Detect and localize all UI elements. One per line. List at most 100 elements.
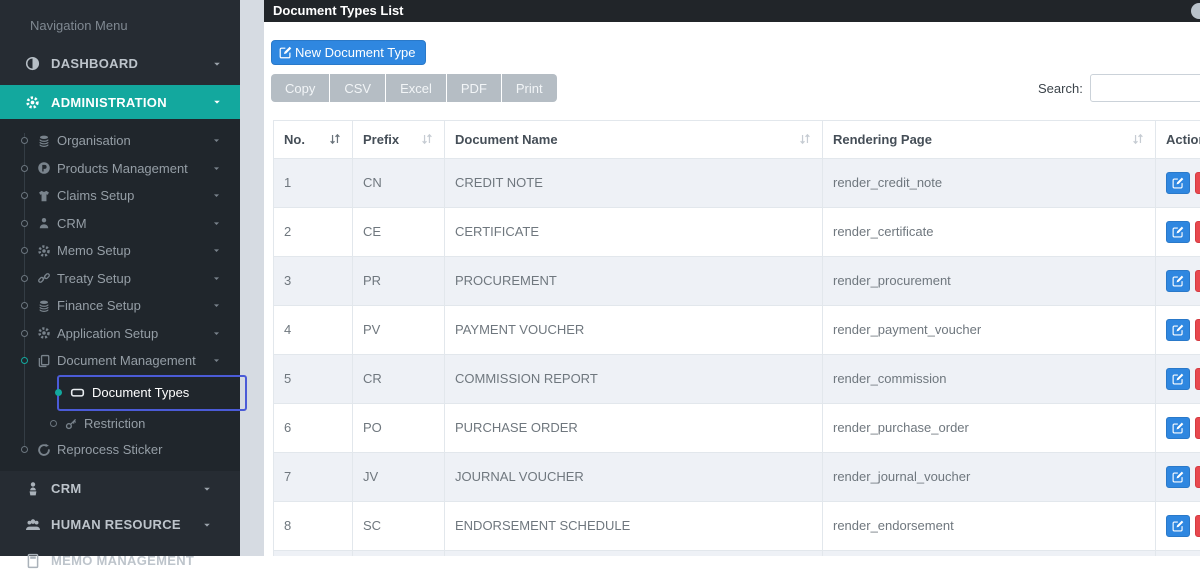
edit-icon bbox=[1172, 226, 1184, 238]
table-row: 9 SC SCHEDULE render_policy_schedules bbox=[274, 551, 1200, 557]
table-row: 6 PO PURCHASE ORDER render_purchase_orde… bbox=[274, 404, 1200, 453]
print-button[interactable]: Print bbox=[502, 74, 557, 102]
panel-titlebar: Document Types List bbox=[264, 0, 1200, 22]
edit-button[interactable] bbox=[1166, 221, 1190, 243]
sidebar-item-organisation[interactable]: Organisation bbox=[0, 127, 240, 155]
sidebar-item-restriction[interactable]: Restriction bbox=[0, 411, 240, 437]
cell-rendering-page: render_journal_voucher bbox=[823, 453, 1156, 502]
export-button-group: Copy CSV Excel PDF Print bbox=[271, 74, 557, 102]
bullet-icon bbox=[21, 165, 28, 172]
sidebar-item-label: Organisation bbox=[57, 133, 131, 148]
edit-button[interactable] bbox=[1166, 466, 1190, 488]
sidebar-header: Navigation Menu bbox=[0, 0, 240, 45]
sidebar-item-label: CRM bbox=[57, 216, 87, 231]
panel-collapse-icon[interactable] bbox=[1191, 3, 1200, 19]
edit-icon bbox=[279, 46, 292, 59]
person-podium-icon bbox=[25, 481, 41, 497]
cell-rendering-page: render_commission bbox=[823, 355, 1156, 404]
delete-button[interactable] bbox=[1195, 221, 1200, 243]
bullet-icon bbox=[50, 420, 57, 427]
cell-action bbox=[1156, 502, 1200, 551]
sidebar-item-label: Application Setup bbox=[57, 326, 158, 341]
sidebar-item-dashboard[interactable]: DASHBOARD bbox=[0, 45, 240, 82]
sidebar-item-claims-setup[interactable]: Claims Setup bbox=[0, 182, 240, 210]
delete-button[interactable] bbox=[1195, 270, 1200, 292]
excel-button[interactable]: Excel bbox=[386, 74, 447, 102]
copy-button[interactable]: Copy bbox=[271, 74, 330, 102]
delete-button[interactable] bbox=[1195, 172, 1200, 194]
refresh-icon bbox=[37, 443, 51, 457]
bullet-icon bbox=[21, 357, 28, 364]
sidebar-item-document-management[interactable]: Document Management bbox=[0, 347, 240, 375]
cell-document-name: SCHEDULE bbox=[445, 551, 823, 557]
edit-button[interactable] bbox=[1166, 515, 1190, 537]
sort-arrows-icon bbox=[798, 132, 812, 146]
cell-document-name: COMMISSION REPORT bbox=[445, 355, 823, 404]
cell-action bbox=[1156, 306, 1200, 355]
sidebar-item-application-setup[interactable]: Application Setup bbox=[0, 320, 240, 348]
cell-rendering-page: render_credit_note bbox=[823, 159, 1156, 208]
sidebar-item-document-types[interactable]: Document Types bbox=[57, 375, 247, 411]
edit-icon bbox=[1172, 422, 1184, 434]
column-header-no[interactable]: No. bbox=[274, 121, 353, 159]
caret-down-icon bbox=[212, 97, 222, 107]
cell-no: 9 bbox=[274, 551, 353, 557]
delete-button[interactable] bbox=[1195, 515, 1200, 537]
sidebar-item-label: ADMINISTRATION bbox=[51, 95, 167, 110]
caret-down-icon bbox=[202, 484, 212, 494]
delete-button[interactable] bbox=[1195, 319, 1200, 341]
new-document-type-button[interactable]: New Document Type bbox=[271, 40, 426, 65]
edit-icon bbox=[1172, 520, 1184, 532]
csv-button[interactable]: CSV bbox=[330, 74, 386, 102]
sidebar-item-crm[interactable]: CRM bbox=[0, 471, 240, 507]
sidebar-item-memo-setup[interactable]: Memo Setup bbox=[0, 237, 240, 265]
edit-button[interactable] bbox=[1166, 417, 1190, 439]
sidebar-item-treaty-setup[interactable]: Treaty Setup bbox=[0, 265, 240, 293]
edit-button[interactable] bbox=[1166, 172, 1190, 194]
table-row: 3 PR PROCUREMENT render_procurement bbox=[274, 257, 1200, 306]
cell-prefix: PV bbox=[353, 306, 445, 355]
delete-button[interactable] bbox=[1195, 417, 1200, 439]
new-document-type-label: New Document Type bbox=[295, 45, 415, 60]
coins-icon bbox=[37, 299, 51, 313]
cell-rendering-page: render_policy_schedules bbox=[823, 551, 1156, 557]
edit-button[interactable] bbox=[1166, 368, 1190, 390]
sidebar-item-label: Document Management bbox=[57, 353, 196, 368]
sidebar-item-finance-setup[interactable]: Finance Setup bbox=[0, 292, 240, 320]
pdf-button[interactable]: PDF bbox=[447, 74, 502, 102]
edit-button[interactable] bbox=[1166, 270, 1190, 292]
sidebar-item-administration[interactable]: ADMINISTRATION bbox=[0, 85, 240, 119]
bullet-icon bbox=[55, 389, 62, 396]
table-row: 2 CE CERTIFICATE render_certificate bbox=[274, 208, 1200, 257]
column-header-document-name[interactable]: Document Name bbox=[445, 121, 823, 159]
cell-action bbox=[1156, 355, 1200, 404]
gear-icon bbox=[37, 326, 51, 340]
sidebar-item-memo-management[interactable]: MEMO MANAGEMENT bbox=[0, 543, 240, 579]
column-header-action: Action bbox=[1156, 121, 1200, 159]
sort-arrows-icon bbox=[420, 132, 434, 146]
sidebar-item-reprocess-sticker[interactable]: Reprocess Sticker bbox=[0, 437, 240, 463]
delete-button[interactable] bbox=[1195, 368, 1200, 390]
cell-rendering-page: render_endorsement bbox=[823, 502, 1156, 551]
cell-prefix: PR bbox=[353, 257, 445, 306]
sidebar-item-human-resource[interactable]: HUMAN RESOURCE bbox=[0, 507, 240, 543]
cell-action bbox=[1156, 551, 1200, 557]
search-input[interactable] bbox=[1090, 74, 1200, 102]
cell-prefix: PO bbox=[353, 404, 445, 453]
sidebar-item-products-management[interactable]: Products Management bbox=[0, 155, 240, 183]
cell-rendering-page: render_procurement bbox=[823, 257, 1156, 306]
delete-button[interactable] bbox=[1195, 466, 1200, 488]
column-header-rendering-page[interactable]: Rendering Page bbox=[823, 121, 1156, 159]
document-types-table: No. Prefix Document Name Rendering Page … bbox=[273, 120, 1200, 556]
cell-document-name: PURCHASE ORDER bbox=[445, 404, 823, 453]
cell-rendering-page: render_payment_voucher bbox=[823, 306, 1156, 355]
key-icon bbox=[65, 417, 78, 430]
sidebar-item-label: Finance Setup bbox=[57, 298, 141, 313]
table-row: 4 PV PAYMENT VOUCHER render_payment_vouc… bbox=[274, 306, 1200, 355]
column-header-prefix[interactable]: Prefix bbox=[353, 121, 445, 159]
cell-document-name: PROCUREMENT bbox=[445, 257, 823, 306]
edit-button[interactable] bbox=[1166, 319, 1190, 341]
sidebar-item-crm-setup[interactable]: CRM bbox=[0, 210, 240, 238]
bullet-icon bbox=[21, 247, 28, 254]
cell-document-name: JOURNAL VOUCHER bbox=[445, 453, 823, 502]
